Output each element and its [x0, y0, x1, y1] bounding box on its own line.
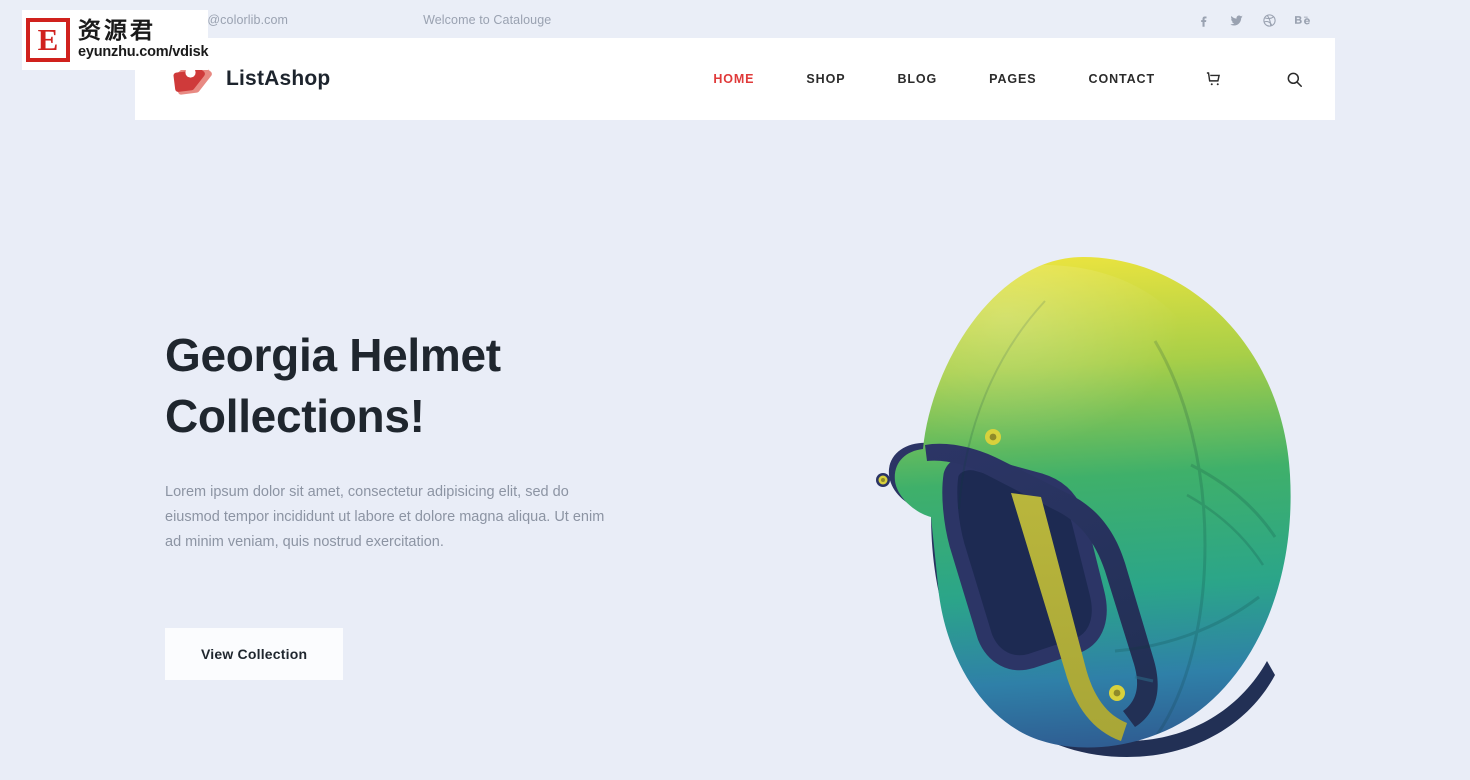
shopping-cart-icon[interactable] [1203, 68, 1225, 90]
watermark-url: eyunzhu.com/vdisk [78, 44, 209, 61]
brand-name: ListAshop [226, 67, 331, 90]
twitter-icon[interactable] [1229, 13, 1244, 28]
helmet-product-image [835, 245, 1335, 765]
watermark-overlay: E 资源君 eyunzhu.com/vdisk [22, 10, 209, 70]
hero-title-line-2: Collections! [165, 389, 425, 442]
watermark-title: 资源君 [78, 18, 156, 45]
search-icon[interactable] [1283, 68, 1305, 90]
hero-section: Georgia Helmet Collections! Lorem ipsum … [0, 120, 1470, 780]
view-collection-button[interactable]: View Collection [165, 628, 344, 681]
welcome-message: Welcome to Catalouge [423, 13, 552, 27]
site-header: ListAshop HOME SHOP BLOG PAGES CONTACT [135, 38, 1335, 120]
primary-navigation: HOME SHOP BLOG PAGES CONTACT [687, 68, 1335, 90]
nav-item-blog[interactable]: BLOG [871, 72, 963, 86]
top-utility-bar: support@colorlib.com Welcome to Cataloug… [0, 0, 1470, 40]
nav-item-shop[interactable]: SHOP [780, 72, 871, 86]
social-links [1196, 0, 1310, 40]
page-title: Georgia Helmet Collections! [165, 325, 685, 446]
topbar-left-group: support@colorlib.com Welcome to Cataloug… [165, 13, 551, 27]
page-root: support@colorlib.com Welcome to Cataloug… [0, 0, 1470, 780]
facebook-icon[interactable] [1196, 13, 1211, 28]
nav-item-home[interactable]: HOME [687, 72, 780, 86]
behance-icon[interactable] [1295, 13, 1310, 28]
watermark-text-block: 资源君 eyunzhu.com/vdisk [78, 18, 209, 61]
hero-title-line-1: Georgia Helmet [165, 329, 501, 381]
hero-description: Lorem ipsum dolor sit amet, consectetur … [165, 484, 605, 551]
nav-item-pages[interactable]: PAGES [963, 72, 1062, 86]
dribbble-icon[interactable] [1262, 13, 1277, 28]
watermark-badge-letter: E [37, 21, 59, 57]
nav-item-contact[interactable]: CONTACT [1063, 72, 1181, 86]
hero-copy-block: Georgia Helmet Collections! Lorem ipsum … [165, 325, 685, 681]
watermark-logo-icon: E [26, 18, 70, 62]
